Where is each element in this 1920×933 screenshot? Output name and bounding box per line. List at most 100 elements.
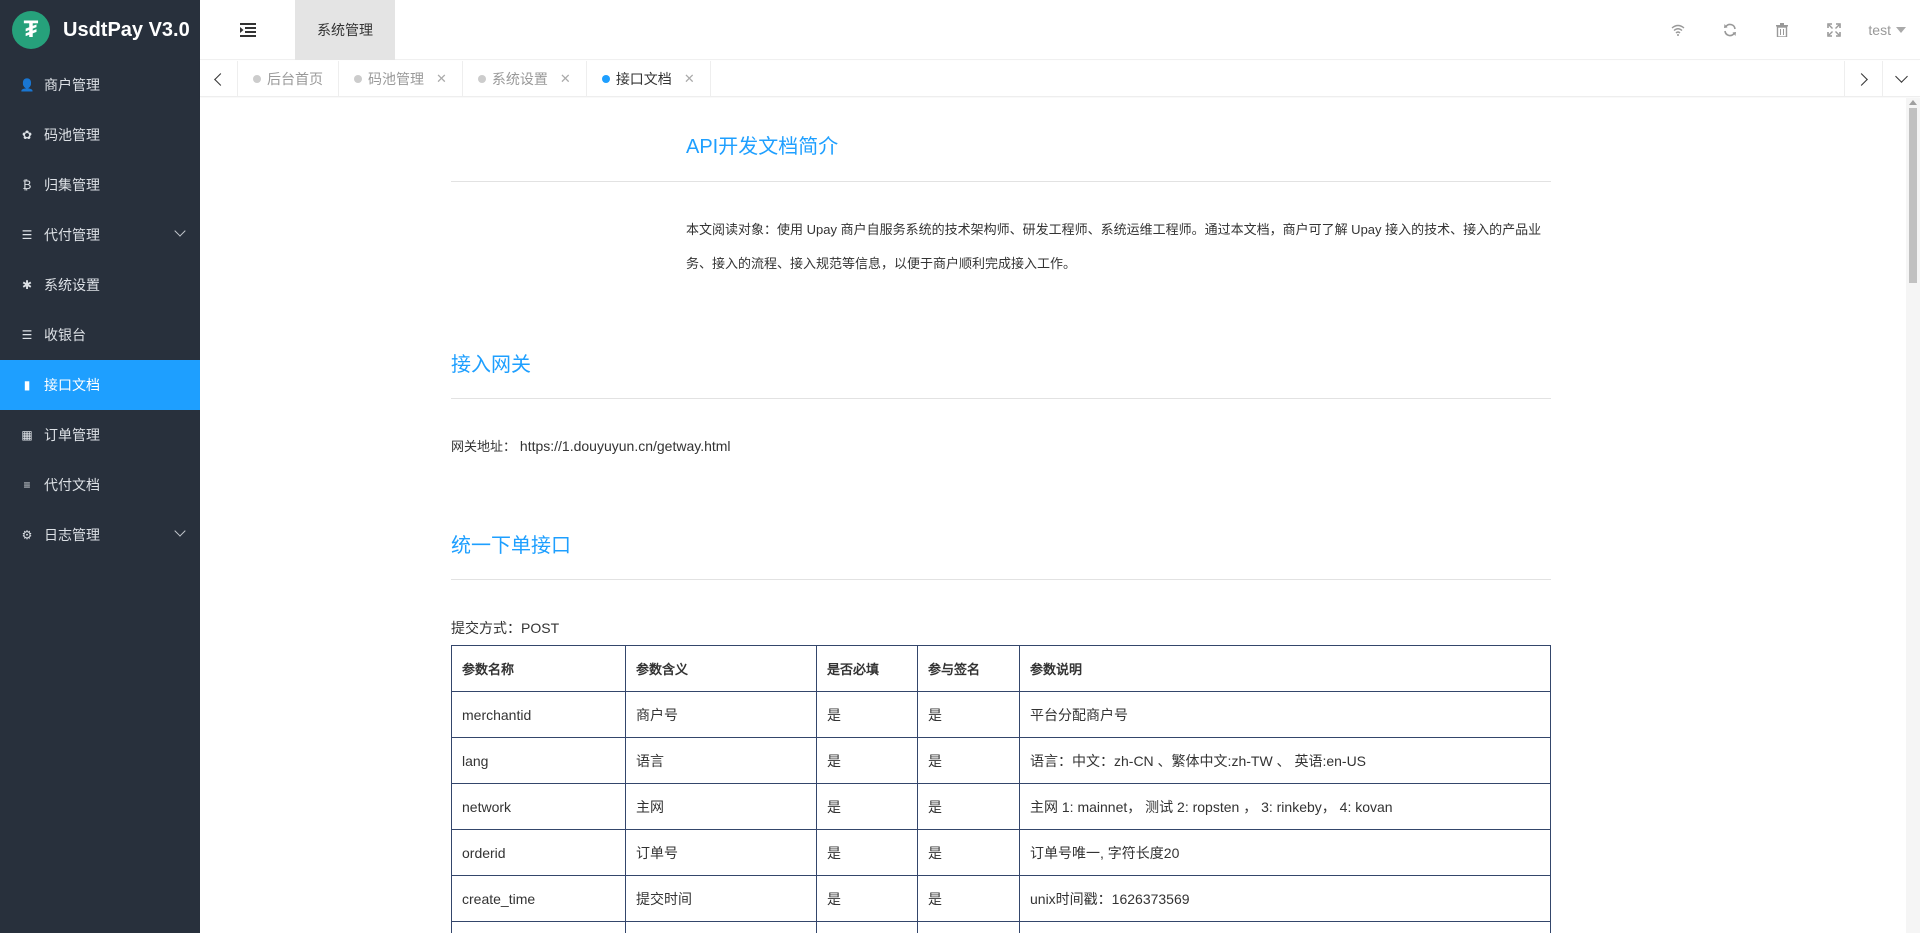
bitcoin-icon: ₿ [22,178,32,192]
tab-bar: 后台首页 码池管理 ✕ 系统设置 ✕ 接口文档 ✕ [200,61,1920,97]
scroll-thumb[interactable] [1909,108,1917,283]
table-header-cell: 是否必填 [816,645,918,692]
tab-label: 码池管理 [368,71,424,87]
sidebar-item-label: 接口文档 [44,377,100,393]
tab-item[interactable]: 系统设置 ✕ [463,61,587,97]
sidebar-item[interactable]: ✱ 系统设置 [0,260,200,310]
sidebar-item-label: 码池管理 [44,127,100,143]
table-cell: 是 [917,737,1020,784]
list-icon: ☰ [21,228,33,242]
tab-dot-icon [253,75,261,83]
tab-actions-dropdown[interactable] [1882,61,1920,97]
table-cell: 是 [917,691,1020,738]
divider [451,579,1551,580]
table-row [451,921,1551,933]
calculator-icon: ▦ [21,428,33,442]
table-row: network 主网是是主网 1: mainnet， 测试 2: ropsten … [451,783,1551,830]
tab-scroll-left-button[interactable] [200,61,238,97]
table-header-cell: 参与签名 [917,645,1020,692]
tab-label: 接口文档 [615,71,672,87]
header-tab-system-management[interactable]: 系统管理 [295,0,395,60]
user-menu[interactable]: test [1860,22,1920,38]
table-cell: 商户号 [625,691,817,738]
align-left-icon: ≡ [23,478,31,492]
table-cell: 是 [816,691,918,738]
table-cell [1019,921,1551,933]
chevron-down-icon [174,525,186,537]
gateway-address: 网关地址： https://1.douyuyun.cn/getway.html [451,436,731,455]
trash-icon [1776,23,1789,37]
sidebar-item-label: 系统设置 [44,277,100,293]
intro-title: API开发文档简介 [686,136,839,158]
refresh-button[interactable] [1704,0,1756,60]
chevron-right-icon [1855,72,1868,86]
menu-fold-icon [239,23,256,37]
order-api-title: 统一下单接口 [451,535,571,557]
tether-logo-icon: ₮ [12,11,50,49]
logo[interactable]: ₮ UsdtPay V3.0 [0,0,200,60]
sidebar-item[interactable]: ✿ 码池管理 [0,110,200,160]
submit-method: 提交方式：POST [451,620,560,636]
table-cell: merchantid [451,691,626,738]
table-row: create_time 提交时间是是 unix时间戳：1626373569 [451,875,1551,922]
close-icon[interactable]: ✕ [436,71,447,87]
chevron-down-icon [1895,70,1908,83]
table-cell: 是 [917,875,1020,922]
content-area: API开发文档简介 本文阅读对象：使用 Upay 商户自服务系统的技术架构师、研… [200,98,1920,933]
table-cell [625,921,817,933]
chevron-down-icon [174,225,186,237]
list-icon: ☰ [21,328,33,342]
table-cell: 是 [917,829,1020,876]
divider [451,398,1551,399]
clear-cache-button[interactable] [1756,0,1808,60]
table-row: lang 语言是是语言：中文：zh-CN 、繁体中文:zh-TW 、 英语:en-… [451,737,1551,784]
table-cell: 是 [917,783,1020,830]
menu-fold-button[interactable] [200,0,295,60]
sidebar-item-label: 归集管理 [44,177,100,193]
sidebar-item-label: 订单管理 [44,427,100,443]
header-toolbar: test [1652,0,1920,60]
table-cell: 语言 [625,737,817,784]
table-header-cell: 参数名称 [451,645,626,692]
sidebar-item[interactable]: ⚙ 日志管理 [0,510,200,560]
tab-item[interactable]: 码池管理 ✕ [339,61,463,97]
sidebar-item[interactable]: ▮ 接口文档 [0,360,200,410]
fullscreen-button[interactable] [1808,0,1860,60]
sidebar-item-label: 代付管理 [44,227,100,243]
tab-dot-icon [477,75,486,83]
sidebar-item-label: 商户管理 [44,77,100,93]
wifi-button[interactable] [1652,0,1704,60]
table-cell: orderid [451,829,626,876]
table-cell: 语言：中文：zh-CN 、繁体中文:zh-TW 、 英语:en-US [1019,737,1551,784]
intro-text: 本文阅读对象：使用 Upay 商户自服务系统的技术架构师、研发工程师、系统运维工… [686,222,1542,271]
asterisk-icon: ✱ [21,278,33,292]
table-header-cell: 参数含义 [625,645,817,692]
username: test [1868,22,1891,38]
sidebar-item[interactable]: 👤 商户管理 [0,60,200,110]
sidebar-item[interactable]: ≡ 代付文档 [0,460,200,510]
tab-label: 后台首页 [267,71,323,87]
table-cell: 平台分配商户号 [1019,691,1551,738]
tab-label: 系统设置 [491,71,548,87]
scroll-up-arrow-icon[interactable] [1909,100,1917,105]
tab-item[interactable]: 接口文档 ✕ [587,61,711,97]
close-icon[interactable]: ✕ [560,71,571,87]
table-row: orderid 订单号是是订单号唯一, 字符长度20 [451,829,1551,876]
book-icon: ▮ [23,378,31,392]
sidebar: ₮ UsdtPay V3.0 👤 商户管理 ✿ 码池管理 ₿ 归集管理 ☰ 代付管理 ✱ 系统设置… [0,0,200,933]
user-icon: 👤 [19,78,35,92]
sidebar-item[interactable]: ☰ 收银台 [0,310,200,360]
tab-scroll-right-button[interactable] [1844,61,1882,97]
tab-dot-icon [354,75,362,83]
close-icon[interactable]: ✕ [684,71,695,87]
table-cell: 是 [816,829,918,876]
divider [451,181,1551,182]
tab-item[interactable]: 后台首页 [238,61,339,97]
sidebar-item[interactable]: ☰ 代付管理 [0,210,200,260]
sidebar-item[interactable]: ▦ 订单管理 [0,410,200,460]
scrollbar[interactable] [1906,98,1920,933]
sidebar-item[interactable]: ₿ 归集管理 [0,160,200,210]
table-cell: network [451,783,626,830]
table-cell: create_time [451,875,626,922]
sidebar-menu: 👤 商户管理 ✿ 码池管理 ₿ 归集管理 ☰ 代付管理 ✱ 系统设置 ☰ 收银台 ▮ 接口文档 ▦ 订单管理 ≡… [0,60,200,560]
